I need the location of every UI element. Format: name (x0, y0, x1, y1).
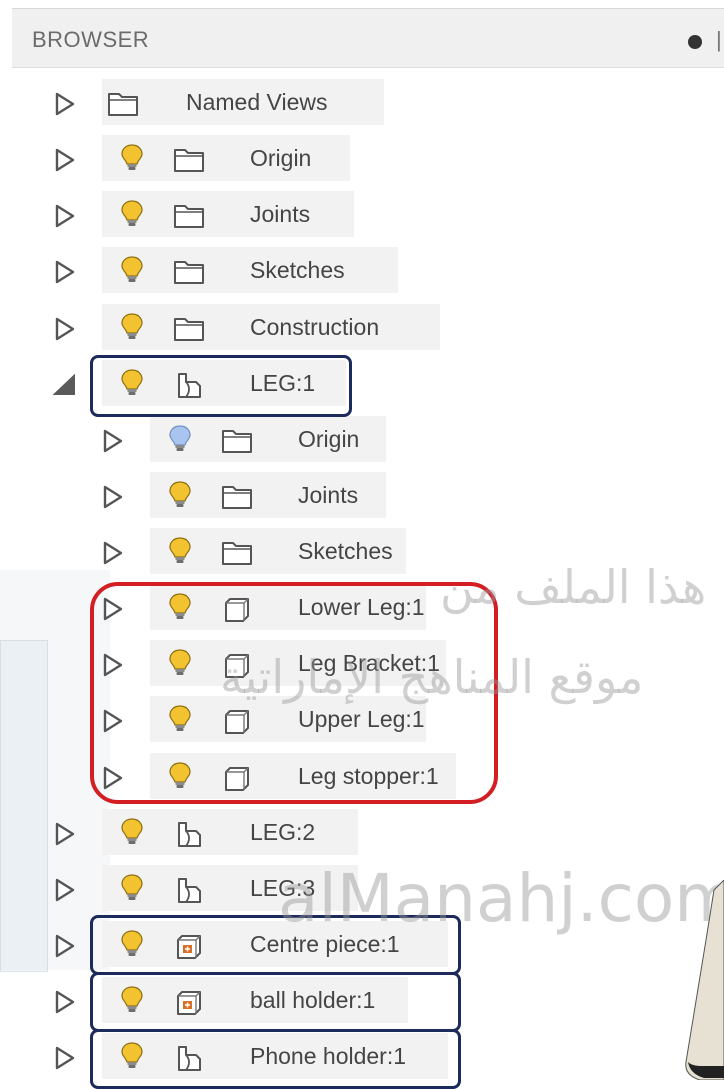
linked-body-icon (172, 987, 206, 1022)
expand-triangle-icon[interactable] (52, 821, 78, 852)
watermark-panel-inner (0, 640, 48, 972)
folder-icon (220, 426, 254, 461)
tree-row[interactable]: Origin (50, 135, 358, 183)
expand-triangle-icon[interactable] (52, 989, 78, 1020)
body-icon (220, 594, 254, 629)
tree-row[interactable]: LEG:1 (50, 360, 354, 408)
tree-item-label: Phone holder:1 (250, 1043, 407, 1069)
tree-row[interactable]: Phone holder:1 (50, 1033, 456, 1081)
expand-triangle-icon[interactable] (52, 203, 78, 234)
body-icon (220, 763, 254, 798)
tree-row[interactable]: Named Views (50, 79, 392, 127)
model-part-graphic (685, 880, 724, 1080)
expand-triangle-icon[interactable] (100, 765, 126, 796)
tree-row[interactable]: ball holder:1 (50, 977, 416, 1025)
expand-triangle-icon[interactable] (52, 1045, 78, 1076)
tree-item-label: Construction (250, 314, 380, 340)
visibility-bulb-icon[interactable] (168, 761, 192, 796)
tree-item-label: Leg stopper:1 (298, 763, 439, 789)
tree-item-label: ball holder:1 (250, 987, 376, 1013)
visibility-bulb-icon[interactable] (120, 199, 144, 234)
component-icon (172, 370, 206, 405)
visibility-bulb-icon[interactable] (168, 536, 192, 571)
tree-item-label: Leg Bracket:1 (298, 650, 440, 676)
visibility-bulb-icon[interactable] (120, 143, 144, 178)
tree-row[interactable]: Sketches (98, 528, 414, 576)
watermark-line-1: تحميل هذا الملف من (440, 560, 724, 614)
folder-icon (106, 89, 140, 124)
component-icon (172, 1043, 206, 1078)
tree-item-label: Lower Leg:1 (298, 594, 425, 620)
component-icon (172, 875, 206, 910)
header-truncated-text: | (716, 27, 722, 52)
visibility-bulb-icon[interactable] (120, 312, 144, 347)
tree-row[interactable]: Construction (50, 304, 448, 352)
visibility-dot-icon[interactable] (688, 35, 702, 49)
visibility-bulb-icon[interactable] (168, 648, 192, 683)
collapse-triangle-icon[interactable] (52, 372, 78, 403)
expand-triangle-icon[interactable] (100, 708, 126, 739)
tree-item-label: Sketches (298, 538, 393, 564)
expand-triangle-icon[interactable] (52, 91, 78, 122)
tree-item-label: Origin (250, 145, 312, 171)
tree-row[interactable]: Upper Leg:1 (98, 696, 434, 744)
tree-item-label: Joints (250, 201, 311, 227)
body-icon (220, 650, 254, 685)
visibility-bulb-icon[interactable] (168, 592, 192, 627)
folder-icon (172, 145, 206, 180)
tree-item-label: LEG:3 (250, 875, 316, 901)
folder-icon (172, 201, 206, 236)
tree-item-label: Joints (298, 482, 359, 508)
visibility-bulb-icon[interactable] (120, 1041, 144, 1076)
tree-item-label: LEG:1 (250, 370, 316, 396)
folder-icon (172, 257, 206, 292)
browser-title: BROWSER (32, 27, 150, 52)
expand-triangle-icon[interactable] (100, 540, 126, 571)
expand-triangle-icon[interactable] (52, 259, 78, 290)
tree-item-label: Upper Leg:1 (298, 706, 425, 732)
expand-triangle-icon[interactable] (52, 147, 78, 178)
component-icon (172, 819, 206, 854)
expand-triangle-icon[interactable] (100, 652, 126, 683)
visibility-bulb-icon[interactable] (168, 424, 192, 459)
browser-header: BROWSER | (12, 8, 724, 68)
tree-item-label: Sketches (250, 257, 345, 283)
body-icon (220, 706, 254, 741)
expand-triangle-icon[interactable] (100, 484, 126, 515)
tree-item-label: Origin (298, 426, 360, 452)
tree-row[interactable]: Leg Bracket:1 (98, 640, 454, 688)
expand-triangle-icon[interactable] (100, 596, 126, 627)
linked-body-icon (172, 931, 206, 966)
visibility-bulb-icon[interactable] (120, 873, 144, 908)
tree-row[interactable]: Joints (50, 191, 362, 239)
tree-row[interactable]: LEG:3 (50, 865, 366, 913)
expand-triangle-icon[interactable] (52, 933, 78, 964)
visibility-bulb-icon[interactable] (120, 368, 144, 403)
tree-row[interactable]: Origin (98, 416, 394, 464)
folder-icon (220, 482, 254, 517)
tree-row[interactable]: Centre piece:1 (50, 921, 456, 969)
visibility-bulb-icon[interactable] (120, 255, 144, 290)
tree-row[interactable]: Lower Leg:1 (98, 584, 434, 632)
tree-row[interactable]: Sketches (50, 247, 406, 295)
folder-icon (220, 538, 254, 573)
tree-item-label: Centre piece:1 (250, 931, 400, 957)
visibility-bulb-icon[interactable] (120, 817, 144, 852)
tree-row[interactable]: Joints (98, 472, 394, 520)
visibility-bulb-icon[interactable] (168, 480, 192, 515)
tree-row[interactable]: LEG:2 (50, 809, 366, 857)
expand-triangle-icon[interactable] (100, 428, 126, 459)
tree-item-label: Named Views (186, 89, 328, 115)
expand-triangle-icon[interactable] (52, 877, 78, 908)
expand-triangle-icon[interactable] (52, 316, 78, 347)
tree-row[interactable]: Leg stopper:1 (98, 753, 464, 801)
folder-icon (172, 314, 206, 349)
visibility-bulb-icon[interactable] (120, 985, 144, 1020)
tree-item-label: LEG:2 (250, 819, 316, 845)
visibility-bulb-icon[interactable] (120, 929, 144, 964)
visibility-bulb-icon[interactable] (168, 704, 192, 739)
